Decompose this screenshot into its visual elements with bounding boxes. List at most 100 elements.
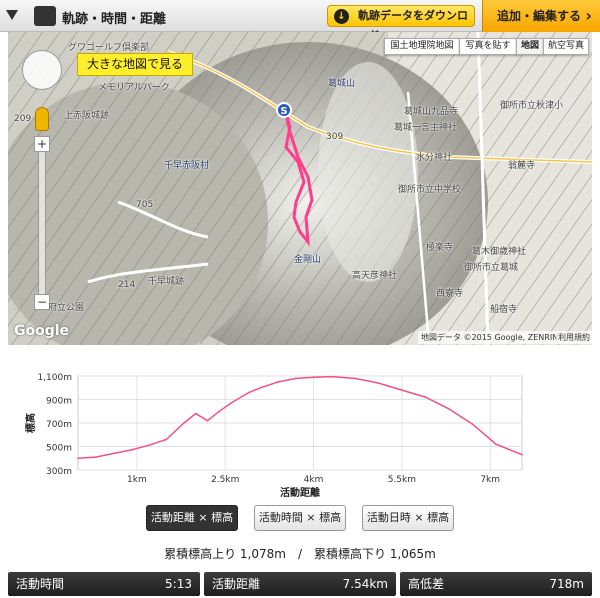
- map-label-katsuragi-kuhin: 葛城山九品寺: [404, 107, 459, 117]
- stat-label: 活動距離: [212, 577, 261, 591]
- x-tick-label: 2.5km: [211, 475, 239, 485]
- map-label-gokurakuji: 極楽寺: [426, 243, 454, 253]
- map-label-kongo: 金剛山: [294, 255, 322, 265]
- map-type-gsi[interactable]: 国土地理院地図: [384, 38, 460, 55]
- road-309-label: 309: [326, 132, 344, 142]
- zoom-slider-track[interactable]: [38, 138, 46, 308]
- elevation-point: [277, 381, 280, 383]
- elevation-point: [94, 456, 97, 458]
- elevation-point: [330, 375, 333, 378]
- x-tick-label: 4km: [304, 475, 324, 485]
- y-tick-label: 900m: [46, 397, 72, 407]
- elevation-point: [424, 396, 427, 398]
- cumulative-elevation: 累積標高上り 1,078m / 累積標高下り 1,065m: [164, 547, 436, 561]
- elevation-point: [401, 389, 403, 391]
- download-icon: ↓: [334, 9, 349, 24]
- map-label-golf: グワゴールフ倶楽部: [68, 43, 150, 53]
- stat-value: 718m: [549, 577, 584, 591]
- add-edit-label: 追加・編集する: [497, 9, 582, 23]
- x-tick-label: 7km: [480, 475, 500, 485]
- elevation-point: [183, 422, 185, 424]
- map-label-kashihara: 西寮寺: [436, 289, 464, 299]
- stat-label: 高低差: [408, 577, 445, 591]
- chevron-right-icon: ›: [585, 6, 592, 25]
- map-label-chihaya-castle: 千早城跡: [148, 277, 185, 287]
- elevation-point: [312, 376, 315, 378]
- clock-icon: [34, 6, 56, 26]
- y-axis-label: 標高: [24, 413, 37, 433]
- elevation-point: [448, 408, 450, 410]
- map-label-memorial: メモリアルパーク: [98, 83, 170, 93]
- terrain-layer: [8, 32, 592, 345]
- stat-value: 7.54km: [342, 577, 388, 591]
- download-track-button[interactable]: ↓ 軌跡データをダウンロード: [327, 5, 475, 42]
- road-209-label: 209: [14, 114, 32, 124]
- y-tick-label: 500m: [46, 444, 72, 454]
- zoom-in-button[interactable]: +: [34, 136, 50, 152]
- stat-elevation-diff: 高低差 718m: [400, 572, 592, 596]
- elevation-point: [165, 438, 168, 441]
- map-attribution: 地図データ ©2015 Google, ZENRIN: [418, 331, 562, 344]
- map-label-school: 御所市立中学校: [398, 185, 462, 195]
- tab-distance-elevation[interactable]: 活動距離 × 標高: [146, 505, 238, 531]
- map-type-aerial[interactable]: 航空写真: [543, 38, 589, 55]
- road-214-label: 214: [118, 280, 136, 290]
- x-tick-label: 1km: [127, 475, 147, 485]
- map-label-funabashi: 船宿寺: [490, 305, 518, 315]
- map-label-park: 府立公園: [48, 303, 85, 313]
- street-view-pegman-icon[interactable]: [35, 107, 49, 131]
- elevation-point: [471, 423, 474, 425]
- elevation-point: [521, 453, 523, 456]
- y-tick-label: 300m: [46, 467, 72, 477]
- map-label-katsuragi: 葛城山: [328, 79, 356, 89]
- big-map-button[interactable]: 大きな地図で見る: [77, 53, 193, 76]
- elevation-point: [230, 402, 232, 404]
- elevation-point: [295, 377, 297, 380]
- tab-time-elevation[interactable]: 活動時間 × 標高: [254, 505, 346, 531]
- section-title: 軌跡・時間・距離: [62, 12, 167, 27]
- x-tick-label: 5.5km: [388, 475, 416, 485]
- collapse-triangle-icon[interactable]: [6, 10, 18, 20]
- map-type-map[interactable]: 地図: [516, 38, 544, 55]
- map-view[interactable]: S + − 大きな地図で見る 国土地理院地図 写真を貼す 地図 航空写真 グワゴ…: [8, 32, 592, 345]
- pan-control[interactable]: [22, 50, 62, 90]
- add-edit-button[interactable]: 追加・編集する ›: [482, 0, 600, 32]
- map-label-kamiakasaka: 上赤阪城跡: [64, 111, 110, 121]
- elevation-chart-svg: 1,100m 900m 700m 500m 300m 1km 2.5km 4km 5.5km 7k…: [24, 373, 523, 499]
- map-label-yoneyama: 葛木御歳神社: [472, 247, 527, 257]
- elevation-point: [112, 452, 115, 455]
- elevation-point: [130, 449, 132, 451]
- elevation-point: [147, 444, 150, 447]
- y-tick-label: 1,100m: [37, 373, 72, 383]
- google-logo: Google: [14, 323, 70, 339]
- elevation-point: [206, 419, 209, 422]
- map-label-gose-akihata: 御所市立秋津小: [500, 101, 564, 111]
- map-label-gose-katsuragi: 御所市立葛城: [464, 263, 519, 273]
- map-label-takamahiko: 高天彦神社: [352, 271, 398, 281]
- elevation-point: [77, 457, 79, 460]
- elevation-point: [377, 382, 380, 384]
- header-bar: 軌跡・時間・距離 ↓ 軌跡データをダウンロード 追加・編集する ›: [0, 0, 600, 42]
- road-705-label: 705: [136, 200, 154, 210]
- elevation-point: [495, 443, 497, 445]
- elevation-point: [248, 391, 250, 394]
- terms-link[interactable]: 利用規約: [556, 331, 592, 344]
- start-marker[interactable]: S: [276, 102, 292, 118]
- stat-value: 5:13: [165, 577, 192, 591]
- elevation-chart: 1,100m 900m 700m 500m 300m 1km 2.5km 4km 5.5km 7k…: [8, 356, 592, 502]
- elevation-point: [218, 410, 221, 413]
- x-axis-label: 活動距離: [280, 486, 320, 499]
- tab-datetime-elevation[interactable]: 活動日時 × 標高: [362, 505, 454, 531]
- elevation-point: [354, 377, 356, 380]
- stat-activity-distance: 活動距離 7.54km: [204, 572, 396, 596]
- elevation-point: [259, 387, 262, 389]
- map-label-chihaya-akasaka: 千早赤阪村: [164, 161, 210, 171]
- stat-activity-time: 活動時間 5:13: [8, 572, 200, 596]
- map-type-photo[interactable]: 写真を貼す: [459, 38, 517, 55]
- y-tick-label: 700m: [46, 420, 72, 430]
- map-label-goryou: 翁麓寺: [508, 161, 536, 171]
- map-label-mizukoshi: 水分神社: [416, 153, 453, 163]
- elevation-point: [195, 412, 197, 415]
- map-label-katsuragi-ichi: 葛城一言主神社: [394, 123, 458, 133]
- stat-label: 活動時間: [16, 577, 65, 591]
